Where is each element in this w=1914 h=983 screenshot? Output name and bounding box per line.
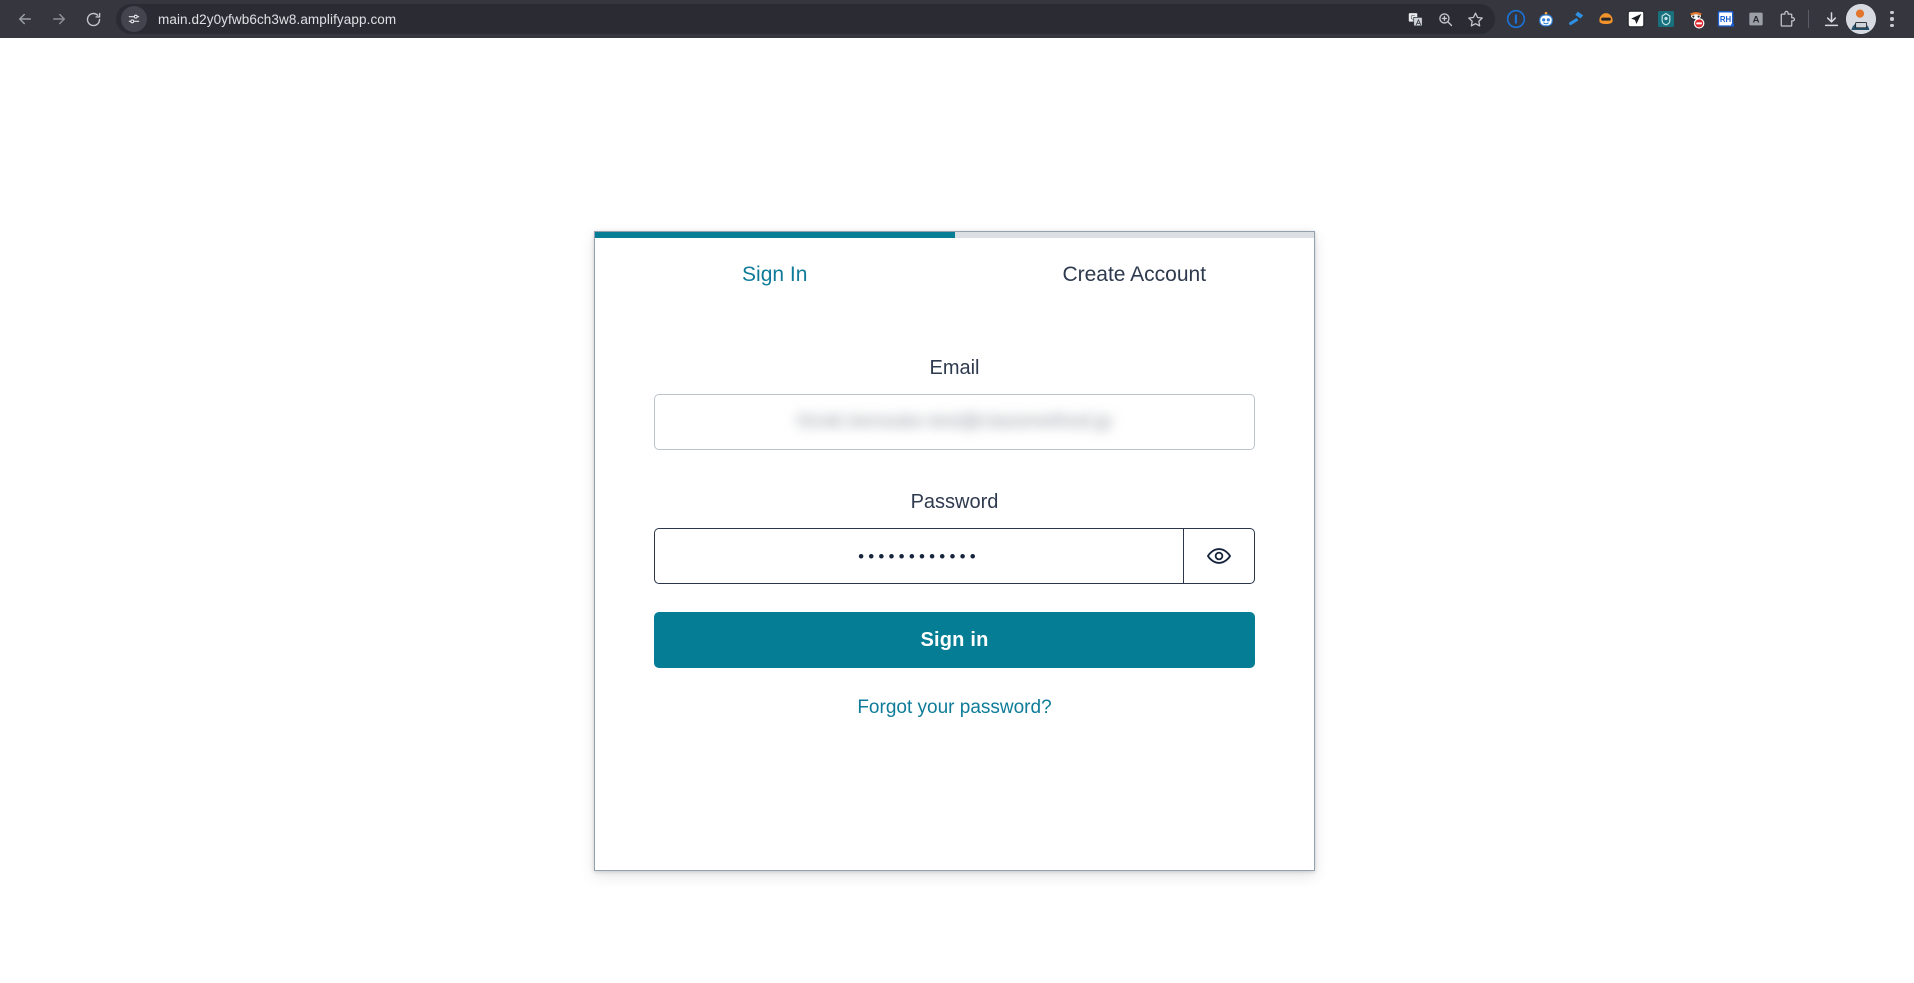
- extensions-tray: RH A: [1501, 4, 1801, 34]
- tab-sign-in-label: Sign In: [742, 262, 808, 286]
- bookmark-star-icon[interactable]: [1461, 5, 1489, 33]
- password-visibility-toggle[interactable]: [1183, 528, 1255, 584]
- password-input[interactable]: ••••••••••••: [654, 528, 1183, 584]
- forgot-password-link[interactable]: Forgot your password?: [857, 698, 1051, 717]
- kebab-dot: [1890, 23, 1894, 28]
- url-text: main.d2y0yfwb6ch3w8.amplifyapp.com: [158, 11, 397, 27]
- back-button[interactable]: [8, 2, 42, 36]
- forward-button[interactable]: [42, 2, 76, 36]
- reload-button[interactable]: [76, 2, 110, 36]
- tab-sign-in[interactable]: Sign In: [595, 232, 955, 310]
- reload-icon: [86, 12, 100, 26]
- arrow-left-icon: [19, 13, 31, 25]
- kebab-menu-icon[interactable]: [1878, 4, 1906, 34]
- eye-icon: [1207, 548, 1231, 564]
- kebab-dot: [1890, 10, 1894, 15]
- svg-text:A: A: [1753, 15, 1760, 26]
- paper-plane-extension-icon[interactable]: [1621, 4, 1651, 34]
- toolbar-divider: [1808, 10, 1809, 28]
- omnibox-actions: G: [1401, 5, 1491, 33]
- avatar[interactable]: [1846, 4, 1876, 34]
- onepassword-extension-icon[interactable]: [1501, 4, 1531, 34]
- tab-create-account[interactable]: Create Account: [954, 232, 1314, 310]
- browser-toolbar: main.d2y0yfwb6ch3w8.amplifyapp.com G RH …: [0, 0, 1914, 38]
- email-input[interactable]: hiroki.kensuke-test@classmethod.jp: [654, 394, 1255, 450]
- blocker-extension-icon[interactable]: [1681, 4, 1711, 34]
- letter-a-extension-icon[interactable]: A: [1741, 4, 1771, 34]
- translate-icon[interactable]: G: [1401, 5, 1429, 33]
- password-field-group: ••••••••••••: [654, 528, 1255, 584]
- password-label: Password: [910, 491, 999, 513]
- site-info-button[interactable]: [121, 6, 147, 32]
- sign-in-form: Email hiroki.kensuke-test@classmethod.jp…: [595, 310, 1314, 870]
- page-content: Sign In Create Account Email hiroki.kens…: [0, 38, 1914, 983]
- kebab-dot: [1890, 17, 1894, 21]
- tune-sliders-icon: [128, 14, 140, 24]
- svg-text:RH: RH: [1720, 15, 1732, 24]
- tab-active-indicator: [595, 232, 955, 238]
- sign-in-button[interactable]: Sign in: [654, 612, 1255, 668]
- blue-hammer-extension-icon[interactable]: [1561, 4, 1591, 34]
- tab-inactive-indicator: [954, 232, 1314, 238]
- password-masked-value: ••••••••••••: [858, 546, 980, 566]
- email-value: hiroki.kensuke-test@classmethod.jp: [797, 411, 1112, 432]
- extensions-puzzle-icon[interactable]: [1771, 4, 1801, 34]
- arrow-right-icon: [53, 13, 65, 25]
- bot-avatar-extension-icon[interactable]: [1531, 4, 1561, 34]
- orange-mask-extension-icon[interactable]: [1591, 4, 1621, 34]
- zoom-icon[interactable]: [1431, 5, 1459, 33]
- tab-create-account-label: Create Account: [1062, 262, 1207, 286]
- download-icon[interactable]: [1816, 4, 1846, 34]
- profile-avatar: [1846, 4, 1876, 34]
- teal-badge-extension-icon[interactable]: [1651, 4, 1681, 34]
- auth-tabs: Sign In Create Account: [595, 232, 1314, 310]
- email-label: Email: [929, 357, 980, 379]
- address-bar[interactable]: main.d2y0yfwb6ch3w8.amplifyapp.com G: [116, 4, 1495, 34]
- rh-extension-icon[interactable]: RH: [1711, 4, 1741, 34]
- auth-card: Sign In Create Account Email hiroki.kens…: [594, 231, 1315, 871]
